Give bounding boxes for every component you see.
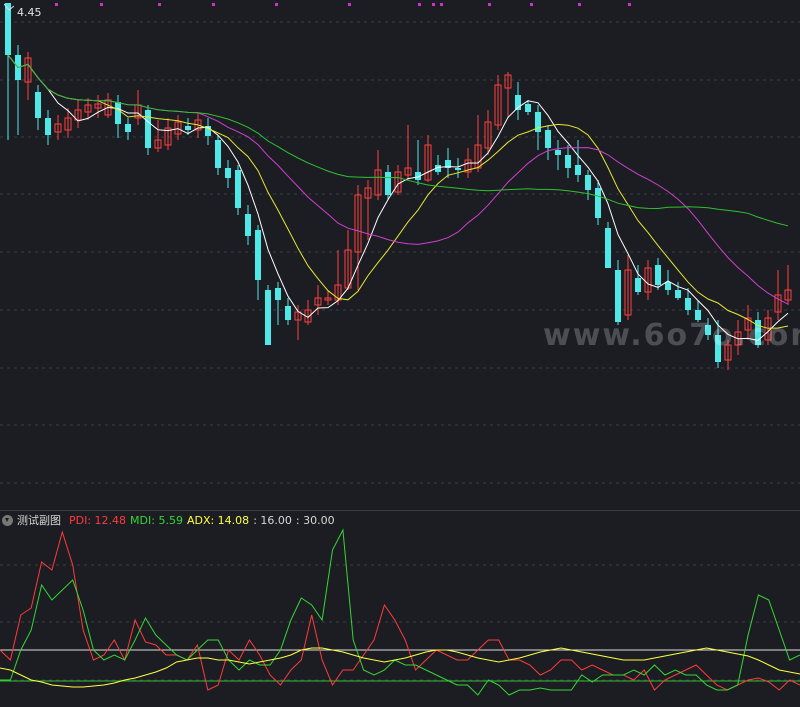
candle-body	[215, 140, 221, 168]
candle-body	[525, 104, 531, 112]
candle-body	[685, 298, 691, 310]
ma5-line	[7, 54, 789, 341]
candle-body	[615, 270, 621, 322]
marker-dot	[530, 3, 533, 6]
indicator-chart[interactable]	[0, 510, 800, 707]
candle-body	[35, 92, 41, 118]
candle-body	[115, 102, 121, 124]
marker-dot	[55, 3, 58, 6]
top-markers	[55, 3, 631, 6]
marker-dot	[418, 3, 421, 6]
candle-body	[585, 175, 591, 190]
candle-body	[265, 290, 271, 345]
candle-body	[125, 124, 131, 132]
mdi-line	[0, 528, 800, 696]
moving-average-lines	[7, 54, 789, 341]
candle-body	[575, 165, 581, 175]
candle-body	[665, 282, 671, 290]
ma40-line	[7, 54, 789, 227]
candle-body	[545, 130, 551, 148]
candle-body	[655, 265, 661, 285]
marker-dot	[158, 3, 161, 6]
marker-dot	[628, 3, 631, 6]
candle-body	[185, 126, 191, 130]
marker-dot	[488, 3, 491, 6]
candle-body	[595, 188, 601, 218]
marker-dot	[440, 3, 443, 6]
highest-price-label: 4.45	[17, 6, 42, 19]
candle-body	[225, 168, 231, 178]
candle-body	[675, 290, 681, 298]
candle-body	[275, 288, 281, 300]
marker-dot	[432, 3, 435, 6]
candlesticks	[5, 3, 792, 370]
marker-dot	[212, 3, 215, 6]
candle-body	[555, 150, 561, 155]
marker-dot	[578, 3, 581, 6]
marker-dot	[275, 3, 278, 6]
candle-body	[285, 306, 291, 320]
price-chart[interactable]	[0, 0, 800, 510]
candle-body	[385, 172, 391, 195]
candle-body	[145, 110, 151, 148]
candle-body	[255, 230, 261, 280]
candle-body	[245, 214, 251, 236]
candle-body	[45, 118, 51, 135]
candle-body	[235, 170, 241, 208]
candle-body	[565, 155, 571, 168]
pdi-line	[0, 530, 800, 691]
price-tick-icon	[4, 3, 14, 11]
watermark: www.6o7o.com	[543, 318, 800, 353]
marker-dot	[348, 3, 351, 6]
indicator-lines	[0, 528, 800, 696]
candle-body	[635, 278, 641, 292]
price-grid	[0, 21, 800, 484]
candle-body	[605, 228, 611, 268]
candle-body	[455, 168, 461, 170]
marker-dot	[100, 3, 103, 6]
